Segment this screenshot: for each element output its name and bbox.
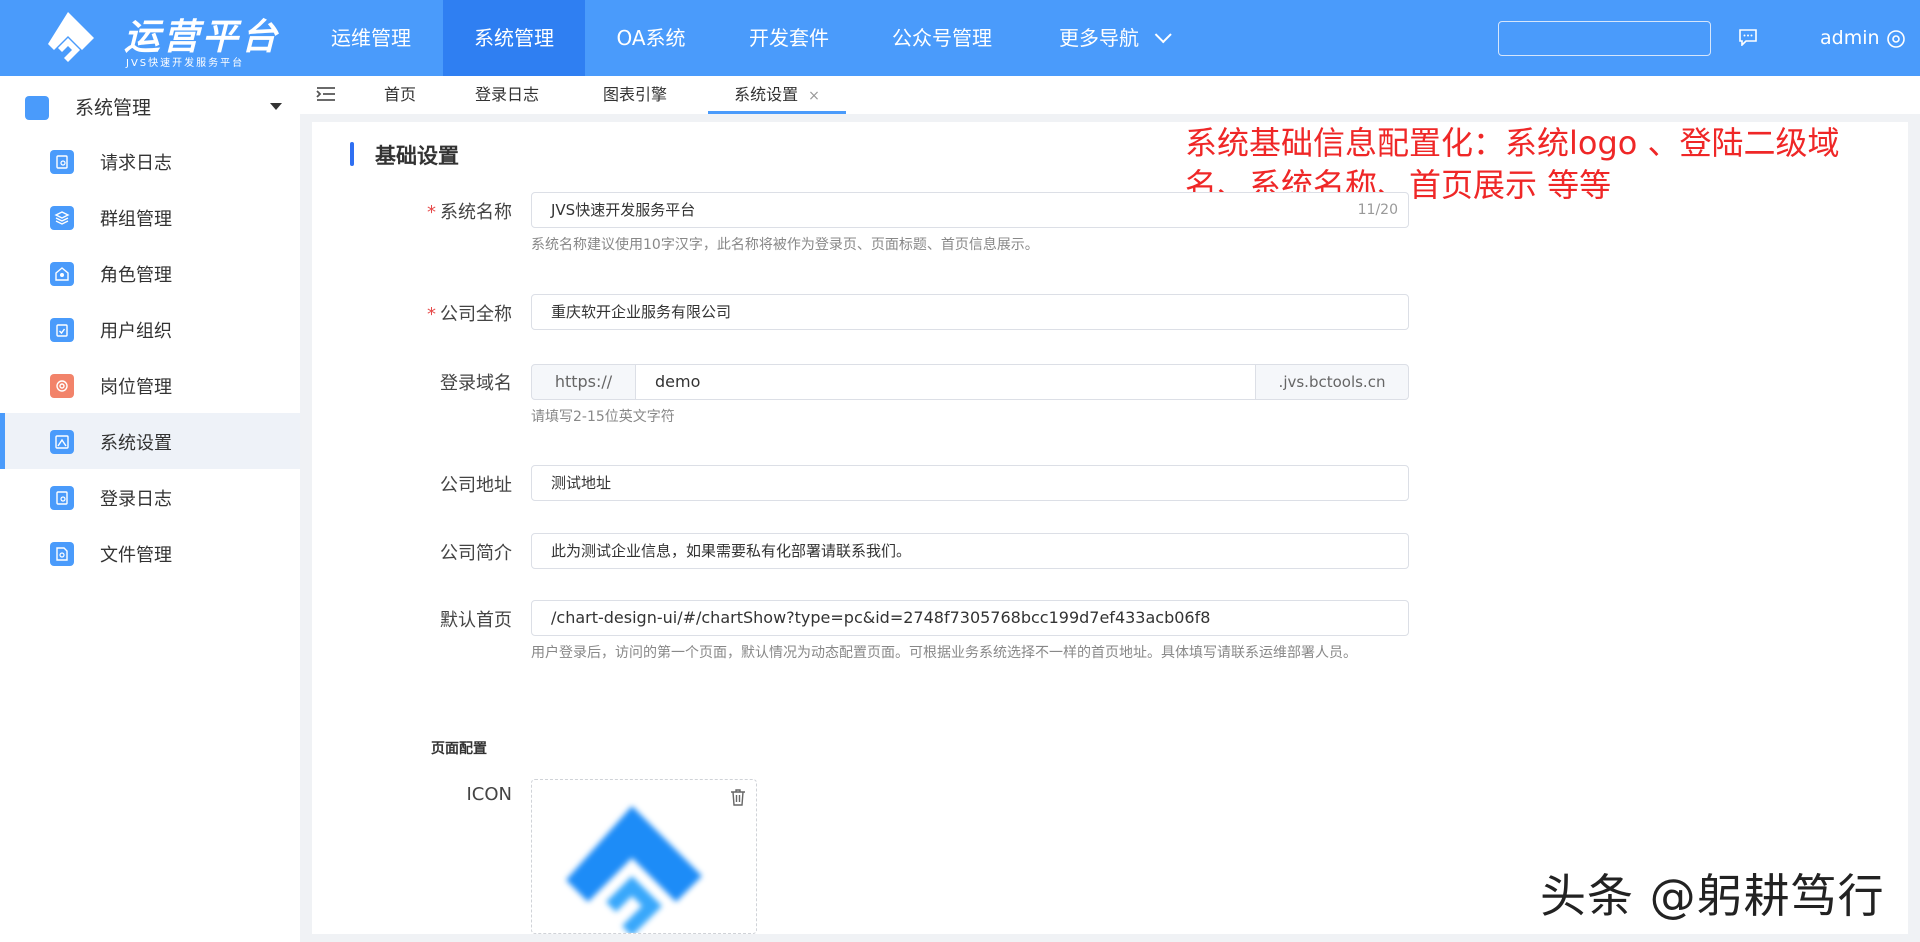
domain-suffix: .jvs.bctools.cn bbox=[1255, 364, 1409, 400]
logo-mark-icon bbox=[48, 12, 94, 62]
sidebar-item-system-settings[interactable]: 系统设置 bbox=[0, 413, 300, 469]
sidebar-group-label: 系统管理 bbox=[75, 97, 152, 119]
nav-dev-kit[interactable]: 开发套件 bbox=[730, 0, 848, 76]
top-navbar: 运营平台 JVS快速开发服务平台 运维管理 系统管理 OA系统 开发套件 公众号… bbox=[0, 0, 1920, 76]
tab-chart-engine[interactable]: 图表引擎 bbox=[588, 76, 682, 114]
main-content: 基础设置 系统基础信息配置化：系统logo 、登陆二级域名、系统名称、首页展示 … bbox=[312, 122, 1908, 934]
position-icon bbox=[50, 374, 74, 398]
domain-input[interactable]: demo bbox=[635, 364, 1256, 400]
address-input[interactable]: 测试地址 bbox=[531, 465, 1409, 501]
system-settings-icon bbox=[50, 430, 74, 454]
system-name-hint: 系统名称建议使用10字汉字，此名称将被作为登录页、页面标题、首页信息展示。 bbox=[531, 237, 1039, 253]
icon-upload-box[interactable] bbox=[531, 779, 757, 934]
file-icon bbox=[50, 542, 74, 566]
sidebar-item-label: 角色管理 bbox=[100, 265, 172, 286]
login-log-icon bbox=[50, 486, 74, 510]
section-accent-bar bbox=[350, 142, 354, 166]
menu-fold-icon[interactable] bbox=[316, 86, 336, 102]
sidebar-group-system[interactable]: 系统管理 bbox=[0, 76, 300, 134]
homepage-hint: 用户登录后，访问的第一个页面，默认情况为动态配置页面。可根据业务系统选择不一样的… bbox=[531, 645, 1357, 661]
tab-bar: 首页 登录日志 图表引擎 系统设置 × bbox=[300, 76, 1920, 114]
user-name[interactable]: admin bbox=[1820, 27, 1880, 49]
icon-label: ICON bbox=[466, 784, 512, 805]
intro-input[interactable]: 此为测试企业信息，如果需要私有化部署请联系我们。 bbox=[531, 533, 1409, 569]
company-name-label: * 公司全称 bbox=[312, 300, 512, 326]
sidebar-item-position[interactable]: 岗位管理 bbox=[0, 357, 300, 413]
sidebar-item-label: 登录日志 bbox=[100, 489, 172, 510]
logo-preview-icon bbox=[566, 806, 702, 933]
nav-more[interactable]: 更多导航 bbox=[1042, 0, 1182, 76]
close-icon[interactable]: × bbox=[808, 88, 820, 104]
request-log-icon bbox=[50, 150, 74, 174]
nav-official-account[interactable]: 公众号管理 bbox=[874, 0, 1010, 76]
app-logo[interactable]: 运营平台 JVS快速开发服务平台 bbox=[0, 0, 296, 76]
system-name-input[interactable]: JVS快速开发服务平台 11/20 bbox=[531, 192, 1409, 228]
logo-subtitle: JVS快速开发服务平台 bbox=[126, 58, 245, 69]
tab-login-log[interactable]: 登录日志 bbox=[460, 76, 554, 114]
sidebar-item-request-log[interactable]: 请求日志 bbox=[0, 133, 300, 189]
required-mark: * bbox=[427, 202, 436, 223]
nav-oa[interactable]: OA系统 bbox=[596, 0, 706, 76]
logo-title: 运营平台 bbox=[124, 17, 281, 58]
domain-prefix: https:// bbox=[531, 364, 636, 400]
homepage-input[interactable]: /chart-design-ui/#/chartShow?type=pc&id=… bbox=[531, 600, 1409, 636]
sidebar-item-label: 系统设置 bbox=[100, 433, 172, 454]
caret-down-icon bbox=[270, 103, 282, 110]
sidebar-item-user-org[interactable]: 用户组织 bbox=[0, 301, 300, 357]
sidebar-item-label: 群组管理 bbox=[100, 209, 172, 230]
char-counter: 11/20 bbox=[1357, 202, 1398, 218]
chevron-down-icon bbox=[1154, 26, 1172, 44]
required-mark: * bbox=[427, 304, 436, 325]
tab-home[interactable]: 首页 bbox=[360, 76, 440, 114]
page-config-title: 页面配置 bbox=[431, 741, 487, 757]
sidebar-item-role[interactable]: 角色管理 bbox=[0, 245, 300, 301]
message-icon[interactable] bbox=[1738, 29, 1758, 46]
sidebar: 系统管理 请求日志 群组管理 角色管理 用户组织 岗位管理 系统设置 登录日志 … bbox=[0, 76, 300, 942]
sidebar-item-label: 岗位管理 bbox=[100, 377, 172, 398]
domain-label: 登录域名 bbox=[440, 373, 512, 394]
nav-more-label: 更多导航 bbox=[1059, 26, 1139, 50]
sidebar-item-label: 请求日志 bbox=[100, 153, 172, 174]
system-name-label: * 系统名称 bbox=[312, 198, 512, 224]
tab-system-settings[interactable]: 系统设置 × bbox=[708, 76, 846, 114]
tab-label: 系统设置 bbox=[734, 85, 799, 104]
nav-ops[interactable]: 运维管理 bbox=[312, 0, 430, 76]
sidebar-item-group[interactable]: 群组管理 bbox=[0, 189, 300, 245]
trash-icon[interactable] bbox=[730, 788, 746, 806]
homepage-label: 默认首页 bbox=[440, 610, 512, 631]
address-label: 公司地址 bbox=[440, 475, 512, 496]
nav-system[interactable]: 系统管理 bbox=[443, 0, 585, 76]
user-org-icon bbox=[50, 318, 74, 342]
settings-icon[interactable] bbox=[1886, 29, 1906, 49]
system-name-label-text: 系统名称 bbox=[440, 202, 512, 223]
gear-icon bbox=[25, 96, 49, 120]
domain-hint: 请填写2-15位英文字符 bbox=[531, 409, 675, 425]
role-icon bbox=[50, 262, 74, 286]
intro-label: 公司简介 bbox=[440, 543, 512, 564]
sidebar-item-file[interactable]: 文件管理 bbox=[0, 525, 300, 581]
sidebar-item-label: 用户组织 bbox=[100, 321, 172, 342]
watermark-text: 头条 @躬耕笃行 bbox=[1540, 869, 1885, 923]
company-name-label-text: 公司全称 bbox=[440, 304, 512, 325]
group-icon bbox=[50, 206, 74, 230]
company-name-input[interactable]: 重庆软开企业服务有限公司 bbox=[531, 294, 1409, 330]
sidebar-item-label: 文件管理 bbox=[100, 545, 172, 566]
section-title: 基础设置 bbox=[375, 144, 459, 168]
system-name-value: JVS快速开发服务平台 bbox=[551, 201, 696, 219]
sidebar-item-login-log[interactable]: 登录日志 bbox=[0, 469, 300, 525]
top-search-input[interactable] bbox=[1498, 21, 1711, 56]
